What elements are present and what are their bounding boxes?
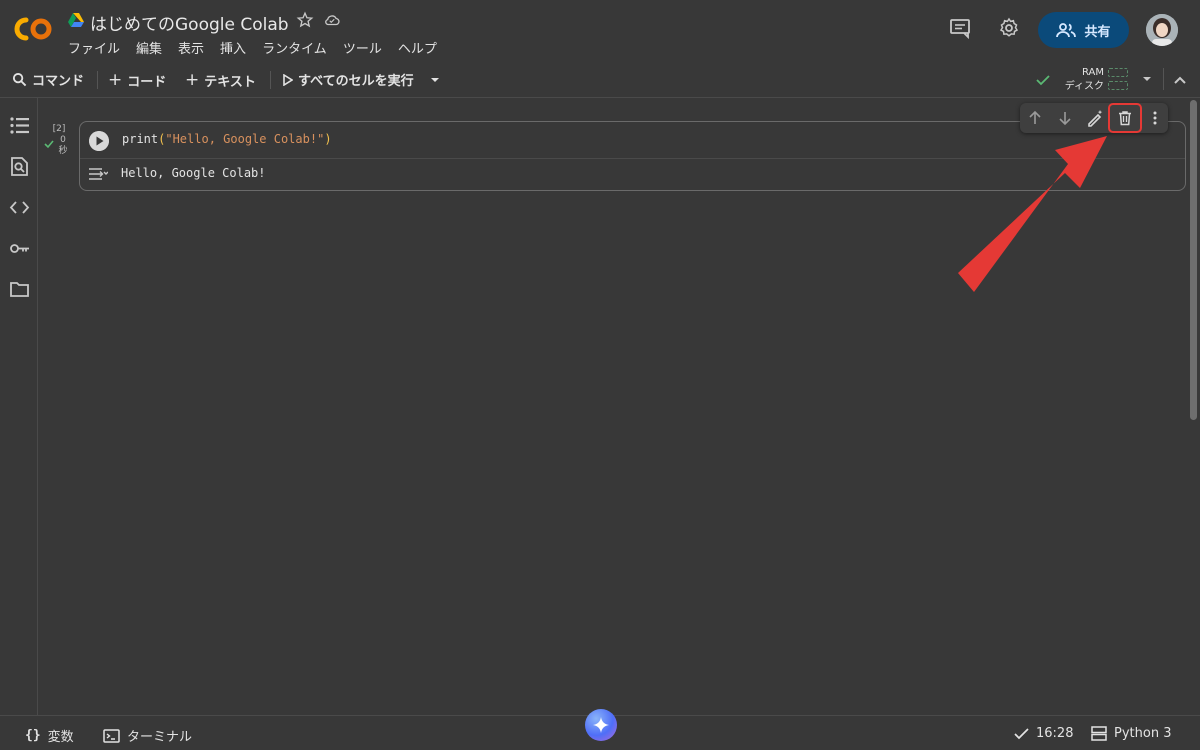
disk-label: ディスク: [1064, 81, 1104, 92]
menu-view[interactable]: 表示: [178, 38, 204, 57]
server-icon: [1091, 726, 1107, 741]
terminal-icon: [103, 728, 120, 743]
connected-check-icon: [1036, 75, 1050, 86]
share-button[interactable]: 共有: [1038, 12, 1129, 48]
toolbar-divider: [97, 71, 98, 89]
secrets-key-icon[interactable]: [9, 238, 30, 259]
trash-icon: [1119, 111, 1131, 126]
ram-label: RAM: [1081, 67, 1104, 78]
notebook-toolbar: コマンド + コード + テキスト すべてのセルを実行: [0, 62, 1200, 98]
plus-icon: +: [185, 70, 200, 90]
menu-tools[interactable]: ツール: [343, 38, 382, 57]
cloud-saved-icon[interactable]: [323, 11, 341, 29]
menu-insert[interactable]: 挿入: [220, 38, 246, 57]
output-actions-icon[interactable]: [88, 166, 108, 182]
add-code-button[interactable]: + コード: [108, 70, 166, 90]
search-icon: [12, 72, 27, 87]
variables-button[interactable]: {} 変数: [25, 726, 74, 745]
notebook-scrollbar[interactable]: [1190, 100, 1197, 420]
code-editor[interactable]: print("Hello, Google Colab!"): [122, 132, 332, 146]
menu-bar: ファイル 編集 表示 挿入 ランタイム ツール ヘルプ: [68, 38, 453, 57]
share-label: 共有: [1084, 24, 1111, 40]
people-icon: [1056, 23, 1077, 38]
command-label: コマンド: [32, 74, 85, 89]
resource-bars[interactable]: [1108, 68, 1128, 94]
add-text-button[interactable]: + テキスト: [185, 70, 256, 90]
check-icon: [1014, 727, 1029, 739]
menu-help[interactable]: ヘルプ: [398, 38, 437, 57]
terminal-button[interactable]: ターミナル: [103, 726, 192, 745]
user-avatar[interactable]: [1146, 14, 1178, 46]
left-sidebar: [0, 98, 38, 715]
folder-icon[interactable]: [9, 279, 30, 300]
play-icon: [283, 73, 293, 86]
variables-label: 変数: [47, 730, 74, 745]
chevron-up-icon[interactable]: [1172, 72, 1188, 88]
colab-logo[interactable]: [12, 14, 54, 44]
menu-runtime[interactable]: ランタイム: [262, 38, 327, 57]
menu-file[interactable]: ファイル: [68, 38, 120, 57]
ram-usage-bar: [1108, 68, 1128, 77]
status-time: 16:28: [1036, 726, 1074, 741]
terminal-label: ターミナル: [127, 730, 193, 745]
run-all-label: すべてのセルを実行: [298, 74, 414, 89]
sparkle-icon: [593, 717, 609, 733]
app-header: はじめてのGoogle Colab ファイル 編集 表示 挿入 ランタイム ツー…: [0, 0, 1200, 62]
google-drive-icon[interactable]: [68, 13, 84, 27]
menu-edit[interactable]: 編集: [136, 38, 162, 57]
move-cell-down-icon[interactable]: [1056, 109, 1074, 127]
runtime-dropdown-icon[interactable]: [1140, 72, 1154, 86]
braces-icon: {}: [25, 728, 41, 743]
settings-gear-icon[interactable]: [997, 16, 1021, 40]
runtime-type-button[interactable]: Python 3: [1091, 726, 1171, 741]
add-text-label: テキスト: [204, 74, 256, 90]
runtime-label: Python 3: [1114, 726, 1172, 741]
code-snippets-icon[interactable]: [9, 197, 30, 218]
resource-monitor[interactable]: RAM ディスク: [1060, 66, 1104, 94]
code-string: "Hello, Google Colab!": [165, 132, 325, 146]
add-code-label: コード: [127, 74, 167, 90]
more-options-icon[interactable]: [1146, 109, 1164, 127]
disk-usage-bar: [1108, 81, 1128, 90]
cell-output: Hello, Google Colab!: [121, 166, 266, 180]
toolbar-divider: [1163, 68, 1164, 90]
command-palette-button[interactable]: コマンド: [12, 70, 84, 89]
edit-with-ai-icon[interactable]: [1086, 109, 1104, 127]
code-function: print: [122, 132, 159, 146]
find-replace-icon[interactable]: [9, 156, 30, 177]
comments-icon[interactable]: [948, 16, 972, 40]
gemini-button[interactable]: [585, 709, 617, 741]
execution-count: [2]: [52, 124, 66, 134]
cell-execution-info: [2] 0 秒: [44, 124, 74, 157]
code-paren: ): [324, 132, 332, 146]
table-of-contents-icon[interactable]: [9, 115, 30, 136]
plus-icon: +: [108, 70, 123, 90]
annotation-arrow-icon: [958, 136, 1107, 292]
star-icon[interactable]: [296, 11, 314, 29]
run-cell-button[interactable]: [89, 131, 109, 151]
move-cell-up-icon[interactable]: [1026, 109, 1044, 127]
execution-status[interactable]: 16:28: [1014, 726, 1073, 741]
notebook-title[interactable]: はじめてのGoogle Colab: [90, 10, 289, 35]
run-all-dropdown-icon[interactable]: [429, 75, 441, 85]
toolbar-divider: [270, 71, 271, 89]
run-all-button[interactable]: すべてのセルを実行: [283, 70, 414, 89]
executed-check-icon: [44, 140, 54, 149]
